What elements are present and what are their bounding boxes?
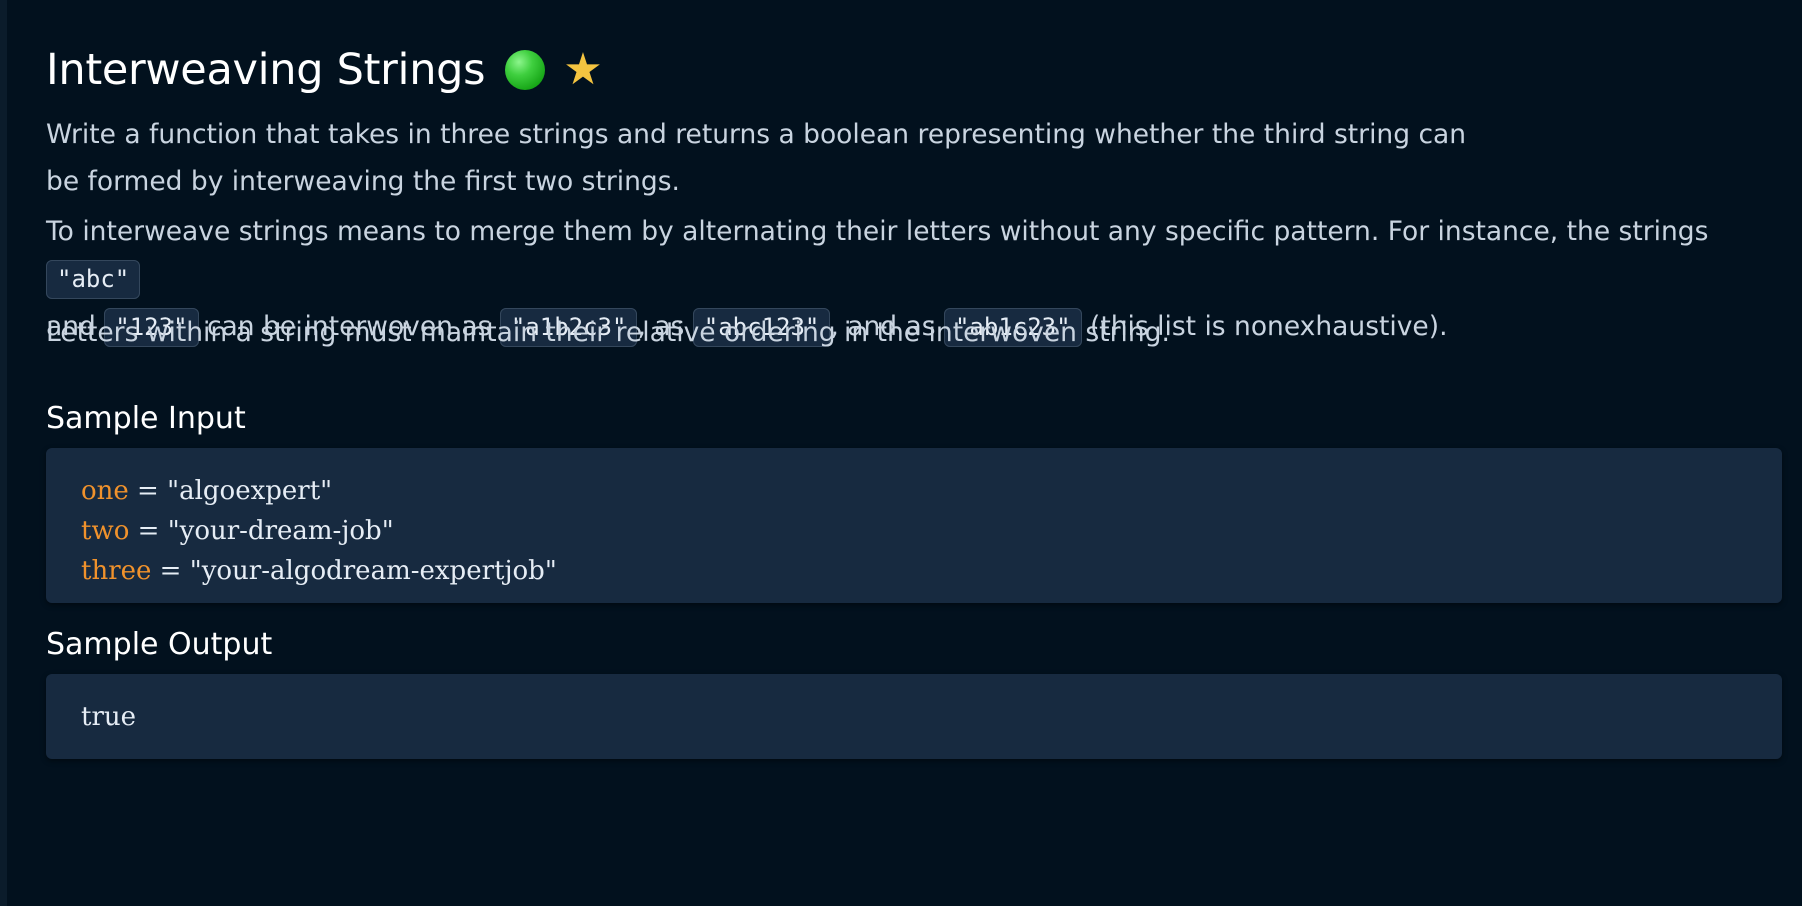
title-row: Interweaving Strings ★ <box>46 40 603 100</box>
operator: = <box>128 476 168 506</box>
problem-title: Interweaving Strings <box>46 45 486 95</box>
string-value: "your-algodream-expertjob" <box>189 556 557 586</box>
inline-code: "abc" <box>46 260 141 299</box>
variable-name: two <box>81 516 130 546</box>
operator: = <box>129 516 168 546</box>
sample-input-code-block: one = "algoexpert" two = "your-dream-job… <box>46 448 1782 603</box>
difficulty-indicator-icon <box>505 50 546 90</box>
sample-input-heading: Sample Input <box>46 401 246 436</box>
explanation-text: To interweave strings means to merge the… <box>46 216 1709 247</box>
code-line: three = "your-algodream-expertjob" <box>81 551 557 591</box>
operator: = <box>151 556 190 586</box>
left-panel-edge <box>0 0 7 906</box>
ordering-note-paragraph: Letters within a string must maintain th… <box>46 317 1170 348</box>
variable-name: three <box>81 556 152 586</box>
description-paragraph: Write a function that takes in three str… <box>46 119 1467 197</box>
code-line: two = "your-dream-job" <box>81 511 557 551</box>
string-value: "your-dream-job" <box>167 516 394 546</box>
sample-output-heading: Sample Output <box>46 627 273 662</box>
code-line: one = "algoexpert" <box>81 471 557 511</box>
output-value: true <box>81 702 137 732</box>
string-value: "algoexpert" <box>167 476 333 506</box>
star-icon[interactable]: ★ <box>563 48 602 92</box>
sample-output-code-block: true <box>46 674 1782 759</box>
variable-name: one <box>81 476 129 506</box>
